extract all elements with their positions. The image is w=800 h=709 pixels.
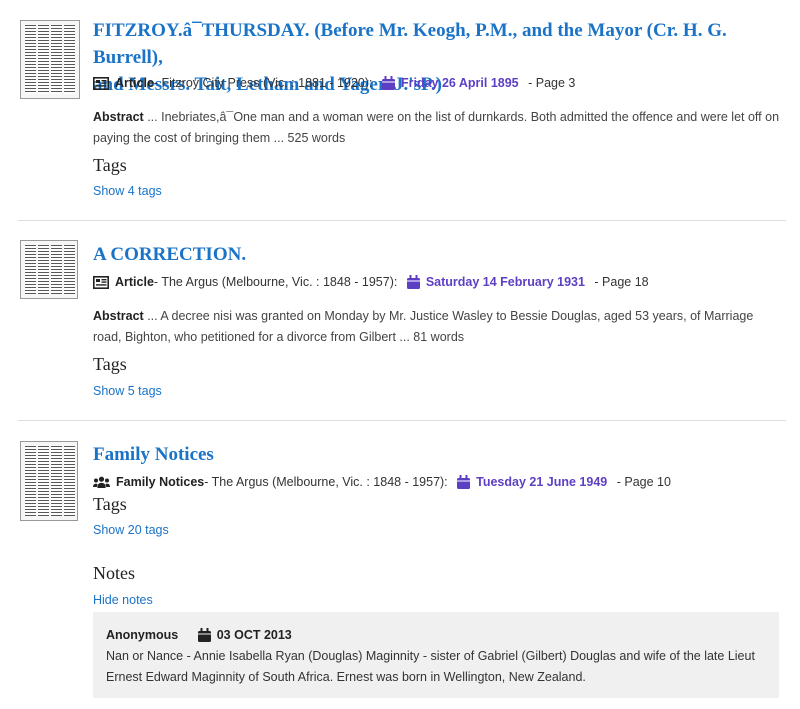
article-title[interactable]: Family Notices: [93, 441, 214, 468]
note-header: Anonymous 03 OCT 2013: [106, 628, 292, 642]
tags-heading: Tags: [93, 354, 127, 374]
notes-heading: Notes: [93, 563, 135, 583]
article-source: - Fitzroy City Press (Vic. : 1881 - 1920…: [153, 76, 373, 90]
calendar-icon: [406, 275, 420, 289]
note-author: Anonymous: [106, 628, 179, 642]
show-tags-link[interactable]: Show 5 tags: [93, 384, 162, 398]
article-abstract: Abstract ... A decree nisi was granted o…: [93, 306, 783, 348]
note-text: Nan or Nance - Annie Isabella Ryan (Doug…: [106, 649, 755, 684]
article-meta: Family Notices- The Argus (Melbourne, Vi…: [93, 473, 671, 491]
show-tags-link[interactable]: Show 20 tags: [93, 523, 169, 537]
result-divider: [18, 220, 786, 221]
article-meta: Article- The Argus (Melbourne, Vic. : 18…: [93, 273, 649, 291]
article-meta: Article- Fitzroy City Press (Vic. : 1881…: [93, 74, 575, 92]
article-source: - The Argus (Melbourne, Vic. : 1848 - 19…: [204, 475, 448, 489]
show-tags-link[interactable]: Show 4 tags: [93, 184, 162, 198]
abstract-label: Abstract: [93, 309, 144, 323]
article-date[interactable]: Tuesday 21 June 1949: [476, 475, 607, 489]
article-date[interactable]: Friday 26 April 1895: [401, 76, 519, 90]
note-date: 03 OCT 2013: [216, 628, 292, 642]
article-page: - Page 3: [528, 76, 576, 90]
newspaper-icon: [93, 276, 109, 289]
newspaper-icon: [93, 77, 109, 90]
article-abstract: Abstract ... Inebriates,â¯One man and a …: [93, 107, 783, 149]
abstract-text: ... A decree nisi was granted on Monday …: [93, 309, 754, 344]
result-divider: [18, 420, 786, 421]
user-note: Anonymous 03 OCT 2013 Nan or Nance - Ann…: [93, 612, 779, 698]
tags-heading: Tags: [93, 155, 127, 175]
calendar-icon: [457, 475, 471, 489]
article-source: - The Argus (Melbourne, Vic. : 1848 - 19…: [153, 275, 398, 289]
tags-heading: Tags: [93, 494, 127, 514]
calendar-icon: [197, 628, 211, 642]
abstract-label: Abstract: [93, 110, 144, 124]
article-page: - Page 10: [616, 475, 671, 489]
abstract-text: ... Inebriates,â¯One man and a woman wer…: [93, 110, 780, 145]
article-title-line1[interactable]: FITZROY.â¯THURSDAY. (Before Mr. Keogh, P…: [93, 20, 727, 68]
article-title[interactable]: A CORRECTION.: [93, 241, 246, 268]
article-type: Article: [115, 76, 154, 90]
article-type: Family Notices: [116, 475, 205, 489]
hide-notes-link[interactable]: Hide notes: [93, 593, 153, 607]
article-thumbnail[interactable]: [20, 441, 78, 521]
article-date[interactable]: Saturday 14 February 1931: [426, 275, 585, 289]
article-thumbnail[interactable]: [20, 240, 78, 299]
calendar-icon: [381, 76, 395, 90]
article-type: Article: [115, 275, 154, 289]
article-page: - Page 18: [594, 275, 649, 289]
users-icon: [93, 476, 110, 488]
article-thumbnail[interactable]: [20, 20, 80, 99]
